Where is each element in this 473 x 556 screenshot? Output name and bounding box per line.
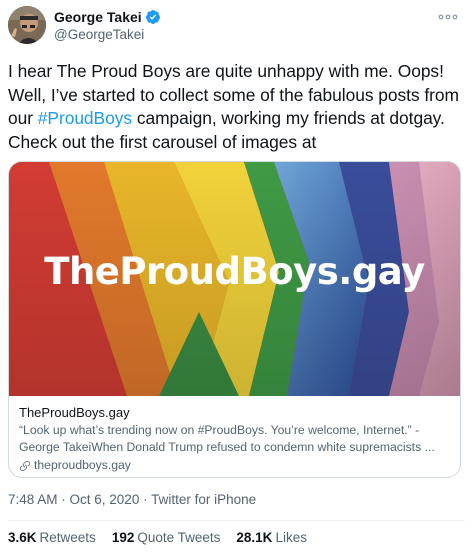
avatar[interactable] xyxy=(8,6,46,44)
likes-stat[interactable]: 28.1K Likes xyxy=(236,530,307,545)
tweet-date[interactable]: Oct 6, 2020 xyxy=(70,492,140,507)
card-link[interactable]: theproudboys.gay xyxy=(19,457,451,474)
quote-tweets-stat[interactable]: 192 Quote Tweets xyxy=(112,530,221,545)
likes-label: Likes xyxy=(275,530,307,545)
card-title[interactable]: TheProudBoys.gay xyxy=(19,404,451,421)
retweets-count: 3.6K xyxy=(8,530,37,545)
verified-badge-icon xyxy=(145,9,161,25)
divider xyxy=(8,520,465,521)
link-preview-card[interactable]: TheProudBoys.gay TheProudBoys.gay “Look … xyxy=(8,161,461,478)
author-handle[interactable]: @GeorgeTakei xyxy=(54,27,161,42)
retweets-label: Retweets xyxy=(39,530,96,545)
tweet-source[interactable]: Twitter for iPhone xyxy=(151,492,256,507)
quote-tweets-count: 192 xyxy=(111,530,135,545)
tweet-header: George Takei @GeorgeTakei xyxy=(8,6,465,46)
author-display-name[interactable]: George Takei xyxy=(54,9,142,25)
more-options-icon[interactable] xyxy=(437,10,459,24)
tweet-timestamp: 7:48 AM · Oct 6, 2020 · Twitter for iPho… xyxy=(8,492,256,507)
tweet-stats: 3.6K Retweets 192 Quote Tweets 28.1K Likes xyxy=(8,530,307,545)
card-meta[interactable]: TheProudBoys.gay “Look up what’s trendin… xyxy=(19,404,451,474)
meta-separator: · xyxy=(57,492,70,507)
link-icon xyxy=(19,460,31,472)
retweets-stat[interactable]: 3.6K Retweets xyxy=(8,530,96,545)
tweet: George Takei @GeorgeTakei I hear The Pro… xyxy=(0,0,473,556)
avatar-image xyxy=(8,6,46,44)
card-link-text[interactable]: theproudboys.gay xyxy=(34,457,131,474)
meta-separator: · xyxy=(139,492,152,507)
author-block: George Takei @GeorgeTakei xyxy=(54,8,161,42)
tweet-time[interactable]: 7:48 AM xyxy=(8,492,58,507)
hashtag-link[interactable]: #ProudBoys xyxy=(38,108,132,128)
quote-tweets-label: Quote Tweets xyxy=(137,530,221,545)
likes-count: 28.1K xyxy=(236,530,273,545)
card-image-title: TheProudBoys.gay xyxy=(44,250,425,293)
card-image[interactable]: TheProudBoys.gay xyxy=(9,162,460,396)
tweet-text: I hear The Proud Boys are quite unhappy … xyxy=(8,60,466,154)
card-description: “Look up what’s trending now on #ProudBo… xyxy=(19,423,435,454)
